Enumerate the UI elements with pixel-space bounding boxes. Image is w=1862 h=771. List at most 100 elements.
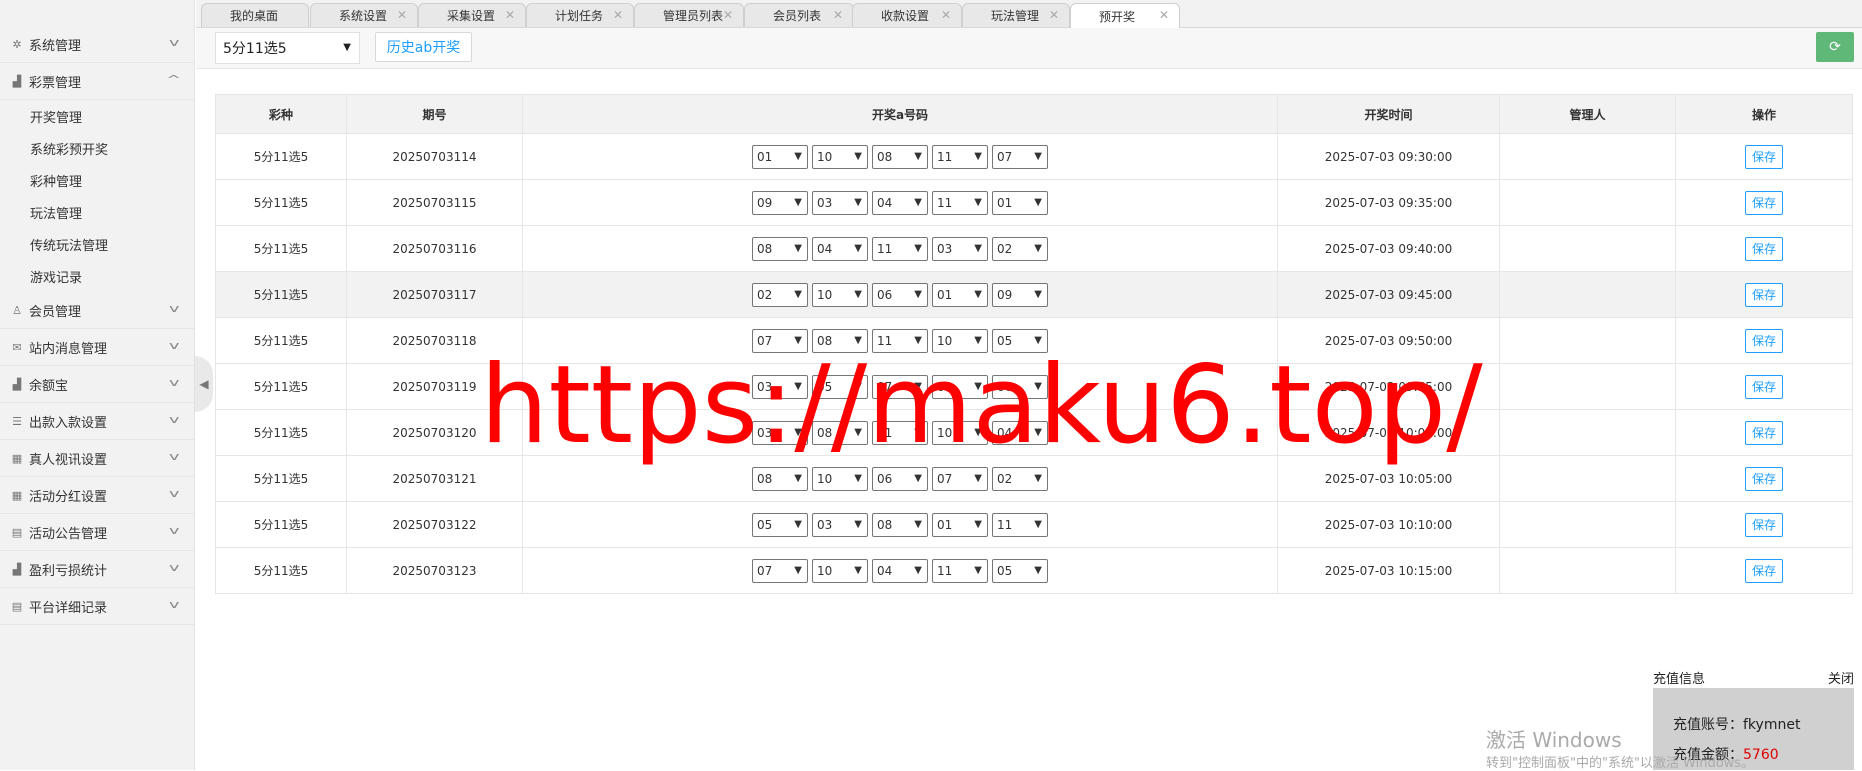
number-select[interactable]: 08 ▼ <box>752 466 808 491</box>
number-select[interactable]: 10 ▼ <box>812 144 868 169</box>
sidebar-item[interactable]: ▦ 活动分红设置 v <box>0 477 194 514</box>
save-button[interactable]: 保存 <box>1745 466 1783 491</box>
number-select[interactable]: 04 ▼ <box>812 236 868 261</box>
sidebar-item[interactable]: ✲ 系统管理 v <box>0 26 194 63</box>
number-select[interactable]: 07 ▼ <box>752 328 808 353</box>
tab[interactable]: 管理员列表 ✕ <box>634 3 744 27</box>
save-button[interactable]: 保存 <box>1745 374 1783 399</box>
number-select[interactable]: 10 ▼ <box>812 558 868 583</box>
close-icon[interactable]: ✕ <box>397 8 407 22</box>
number-select[interactable]: 11 ▼ <box>932 558 988 583</box>
number-select[interactable]: 05 ▼ <box>992 328 1048 353</box>
number-select[interactable]: 09 ▼ <box>752 190 808 215</box>
number-select[interactable]: 11 ▼ <box>992 512 1048 537</box>
number-select[interactable]: 02 ▼ <box>992 466 1048 491</box>
sidebar-item[interactable]: ▟ 盈利亏损统计 v <box>0 551 194 588</box>
number-select[interactable]: 09 ▼ <box>992 282 1048 307</box>
sidebar-item[interactable]: ▤ 活动公告管理 v <box>0 514 194 551</box>
close-icon[interactable]: ✕ <box>723 8 733 22</box>
sidebar-subitem[interactable]: 彩种管理 <box>0 164 194 196</box>
number-select[interactable]: 04 ▼ <box>872 190 928 215</box>
number-select[interactable]: 08 ▼ <box>872 144 928 169</box>
tab[interactable]: 收款设置 ✕ <box>852 3 962 27</box>
close-icon[interactable]: ✕ <box>1159 8 1169 22</box>
number-select[interactable]: 11 ▼ <box>872 420 928 445</box>
tab[interactable]: 预开奖 ✕ <box>1070 3 1180 28</box>
number-select[interactable]: 01 ▼ <box>752 144 808 169</box>
tab[interactable]: 会员列表 ✕ <box>744 3 854 27</box>
number-select-value: 03 <box>757 425 773 440</box>
number-select[interactable]: 02 ▼ <box>752 282 808 307</box>
sidebar-item[interactable]: ▤ 平台详细记录 v <box>0 588 194 625</box>
number-select[interactable]: 08 ▼ <box>872 512 928 537</box>
tab[interactable]: 计划任务 ✕ <box>526 3 634 27</box>
number-select[interactable]: 11 ▼ <box>872 236 928 261</box>
save-button[interactable]: 保存 <box>1745 190 1783 215</box>
number-select[interactable]: 08 ▼ <box>752 236 808 261</box>
number-select[interactable]: 03 ▼ <box>752 374 808 399</box>
sidebar-item[interactable]: ☰ 出款入款设置 v <box>0 403 194 440</box>
tab[interactable]: 我的桌面 <box>201 3 309 27</box>
number-select[interactable]: 07 ▼ <box>932 466 988 491</box>
number-select[interactable]: 03 ▼ <box>812 512 868 537</box>
close-icon[interactable]: ✕ <box>833 8 843 22</box>
number-select[interactable]: 03 ▼ <box>812 190 868 215</box>
recharge-close-link[interactable]: 关闭 <box>1828 668 1854 687</box>
sidebar-subitem[interactable]: 玩法管理 <box>0 196 194 228</box>
number-select[interactable]: 05 ▼ <box>812 374 868 399</box>
number-select[interactable]: 01 ▼ <box>932 282 988 307</box>
save-button[interactable]: 保存 <box>1745 512 1783 537</box>
save-button[interactable]: 保存 <box>1745 420 1783 445</box>
save-button[interactable]: 保存 <box>1745 236 1783 261</box>
number-select[interactable]: 07 ▼ <box>872 374 928 399</box>
number-select[interactable]: 08 ▼ <box>812 420 868 445</box>
sidebar-subitem[interactable]: 传统玩法管理 <box>0 228 194 260</box>
lottery-select[interactable]: 5分11选5 ▼ <box>215 32 360 64</box>
number-select[interactable]: 11 ▼ <box>932 190 988 215</box>
refresh-button[interactable]: ⟳ <box>1816 32 1854 62</box>
tab[interactable]: 系统设置 ✕ <box>310 3 418 27</box>
close-icon[interactable]: ✕ <box>613 8 623 22</box>
close-icon[interactable]: ✕ <box>505 8 515 22</box>
number-select[interactable]: 05 ▼ <box>752 512 808 537</box>
number-select[interactable]: 01 ▼ <box>932 512 988 537</box>
number-select[interactable]: 04 ▼ <box>992 420 1048 445</box>
sidebar-item[interactable]: ▦ 真人视讯设置 v <box>0 440 194 477</box>
number-select[interactable]: 01 ▼ <box>932 374 988 399</box>
number-select[interactable]: 04 ▼ <box>872 558 928 583</box>
number-select[interactable]: 06 ▼ <box>872 282 928 307</box>
save-button[interactable]: 保存 <box>1745 558 1783 583</box>
sidebar-subitem[interactable]: 系统彩预开奖 <box>0 132 194 164</box>
tab[interactable]: 玩法管理 ✕ <box>962 3 1070 27</box>
number-select[interactable]: 05 ▼ <box>992 558 1048 583</box>
close-icon[interactable]: ✕ <box>941 8 951 22</box>
number-select[interactable]: 03 ▼ <box>752 420 808 445</box>
history-ab-draw-button[interactable]: 历史ab开奖 <box>375 32 472 62</box>
number-select[interactable]: 06 ▼ <box>872 466 928 491</box>
sidebar-item[interactable]: ▟ 余额宝 v <box>0 366 194 403</box>
number-select[interactable]: 10 ▼ <box>932 420 988 445</box>
save-button[interactable]: 保存 <box>1745 282 1783 307</box>
number-select[interactable]: 10 ▼ <box>812 282 868 307</box>
number-select[interactable]: 11 ▼ <box>872 328 928 353</box>
number-select[interactable]: 02 ▼ <box>992 236 1048 261</box>
number-select[interactable]: 10 ▼ <box>812 466 868 491</box>
number-select[interactable]: 06 ▼ <box>992 374 1048 399</box>
sidebar-subitem[interactable]: 游戏记录 <box>0 260 194 292</box>
number-select[interactable]: 08 ▼ <box>812 328 868 353</box>
sidebar-item[interactable]: ♙ 会员管理 v <box>0 292 194 329</box>
number-select[interactable]: 07 ▼ <box>752 558 808 583</box>
number-select[interactable]: 11 ▼ <box>932 144 988 169</box>
close-icon[interactable]: ✕ <box>1049 8 1059 22</box>
number-select[interactable]: 03 ▼ <box>932 236 988 261</box>
sidebar-item[interactable]: ▟ 彩票管理 ^ <box>0 63 194 100</box>
save-button[interactable]: 保存 <box>1745 328 1783 353</box>
number-select[interactable]: 01 ▼ <box>992 190 1048 215</box>
tab[interactable]: 采集设置 ✕ <box>418 3 526 27</box>
save-button[interactable]: 保存 <box>1745 144 1783 169</box>
sidebar-subitem[interactable]: 开奖管理 <box>0 100 194 132</box>
number-select[interactable]: 10 ▼ <box>932 328 988 353</box>
sidebar-item[interactable]: ✉ 站内消息管理 v <box>0 329 194 366</box>
number-select[interactable]: 07 ▼ <box>992 144 1048 169</box>
sidebar-collapse-handle[interactable]: ◀ <box>195 356 213 412</box>
